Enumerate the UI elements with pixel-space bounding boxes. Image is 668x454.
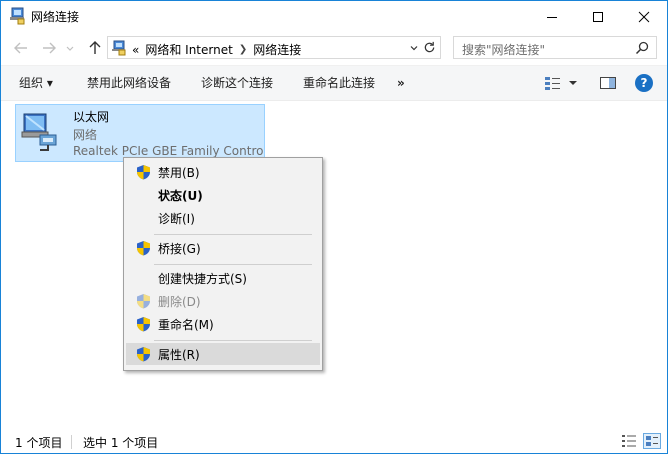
connection-device: Realtek PCIe GBE Family Controller xyxy=(73,144,263,158)
status-bar: 1 个项目 选中 1 个项目 xyxy=(1,429,667,453)
disable-device-button[interactable]: 禁用此网络设备 xyxy=(87,66,171,100)
chevron-right-icon[interactable]: ❯ xyxy=(239,44,247,55)
arrow-right-icon xyxy=(43,42,56,54)
tiles-view-icon xyxy=(646,436,658,446)
selected-count: 选中 1 个项目 xyxy=(83,436,159,450)
chevron-down-icon xyxy=(410,45,418,50)
minimize-icon xyxy=(547,16,557,18)
network-connections-icon xyxy=(112,40,126,56)
menu-item-label: 创建快捷方式(S) xyxy=(158,272,247,286)
tiles-view-button[interactable] xyxy=(643,433,661,449)
up-button[interactable] xyxy=(85,38,105,58)
breadcrumb: « 网络和 Internet ❯ 网络连接 xyxy=(132,41,301,58)
window-title: 网络连接 xyxy=(31,10,80,24)
navigation-bar: « 网络和 Internet ❯ 网络连接 搜索"网络连接" xyxy=(1,34,667,62)
organize-button[interactable]: 组织 ▾ xyxy=(19,66,53,100)
arrow-left-icon xyxy=(14,42,27,54)
menu-item-label: 重命名(M) xyxy=(158,318,214,332)
menu-separator xyxy=(154,264,312,265)
menu-item-label: 诊断(I) xyxy=(158,212,195,226)
title-bar: 网络连接 xyxy=(1,1,667,32)
menu-item-label: 属性(R) xyxy=(158,348,200,362)
search-placeholder: 搜索"网络连接" xyxy=(462,43,546,57)
menu-item-delete[interactable]: 删除(D) xyxy=(126,290,320,312)
command-bar: 组织 ▾ 禁用此网络设备 诊断这个连接 重命名此连接 » ? xyxy=(1,65,667,101)
minimize-button[interactable] xyxy=(529,1,575,32)
explorer-window: 网络连接 « 网络和 Internet ❯ 网络连接 搜索"网络连接" 组织 ▾… xyxy=(0,0,668,454)
menu-item-rename[interactable]: 重命名(M) xyxy=(126,313,320,335)
view-options-icon xyxy=(545,77,577,90)
breadcrumb-overflow[interactable]: « xyxy=(132,43,139,57)
close-button[interactable] xyxy=(621,1,667,32)
uac-shield-icon xyxy=(137,347,150,362)
rename-connection-button[interactable]: 重命名此连接 xyxy=(303,66,375,100)
ethernet-adapter-icon xyxy=(21,113,57,151)
connection-type: 网络 xyxy=(73,128,98,142)
preview-pane-button[interactable] xyxy=(599,75,617,91)
refresh-icon xyxy=(424,41,435,53)
uac-shield-icon xyxy=(137,294,150,309)
close-icon xyxy=(638,11,650,22)
item-count: 1 个项目 xyxy=(15,436,63,450)
menu-separator xyxy=(154,234,312,235)
search-icon xyxy=(635,41,649,55)
change-view-button[interactable] xyxy=(543,75,579,91)
forward-button[interactable] xyxy=(39,38,59,58)
maximize-button[interactable] xyxy=(575,1,621,32)
help-button[interactable]: ? xyxy=(635,74,653,92)
preview-pane-icon xyxy=(600,77,616,89)
menu-item-diagnose[interactable]: 诊断(I) xyxy=(126,207,320,229)
connection-name: 以太网 xyxy=(73,110,110,124)
maximize-icon xyxy=(593,11,603,22)
refresh-button[interactable] xyxy=(419,36,441,59)
more-commands-button[interactable]: » xyxy=(397,66,405,100)
menu-item-label: 状态(U) xyxy=(158,189,203,203)
menu-item-label: 桥接(G) xyxy=(158,242,201,256)
chevron-down-icon xyxy=(66,46,74,51)
breadcrumb-item-network-internet[interactable]: 网络和 Internet xyxy=(145,41,232,58)
diagnose-connection-button[interactable]: 诊断这个连接 xyxy=(201,66,273,100)
details-view-icon xyxy=(622,435,636,447)
search-input[interactable]: 搜索"网络连接" xyxy=(453,36,657,59)
menu-item-label: 删除(D) xyxy=(158,295,201,309)
menu-item-bridge[interactable]: 桥接(G) xyxy=(126,237,320,259)
status-divider xyxy=(71,435,72,449)
menu-item-create-shortcut[interactable]: 创建快捷方式(S) xyxy=(126,267,320,289)
breadcrumb-item-network-connections[interactable]: 网络连接 xyxy=(253,41,301,58)
network-connections-icon xyxy=(10,7,25,25)
arrow-up-icon xyxy=(89,41,101,54)
address-bar[interactable]: « 网络和 Internet ❯ 网络连接 xyxy=(107,36,441,59)
menu-item-disable[interactable]: 禁用(B) xyxy=(126,161,320,183)
menu-item-properties[interactable]: 属性(R) xyxy=(126,343,320,365)
uac-shield-icon xyxy=(137,241,150,256)
menu-item-status[interactable]: 状态(U) xyxy=(126,184,320,206)
recent-locations-button[interactable] xyxy=(63,38,77,58)
menu-item-label: 禁用(B) xyxy=(158,166,200,180)
menu-separator xyxy=(154,340,312,341)
details-view-button[interactable] xyxy=(621,434,637,448)
connection-item-ethernet[interactable]: 以太网 网络 Realtek PCIe GBE Family Controlle… xyxy=(15,104,265,162)
uac-shield-icon xyxy=(137,317,150,332)
uac-shield-icon xyxy=(137,165,150,180)
back-button[interactable] xyxy=(11,38,31,58)
context-menu: 禁用(B) 状态(U) 诊断(I) 桥接(G) 创建快捷方式(S) 删除(D) … xyxy=(123,157,323,371)
